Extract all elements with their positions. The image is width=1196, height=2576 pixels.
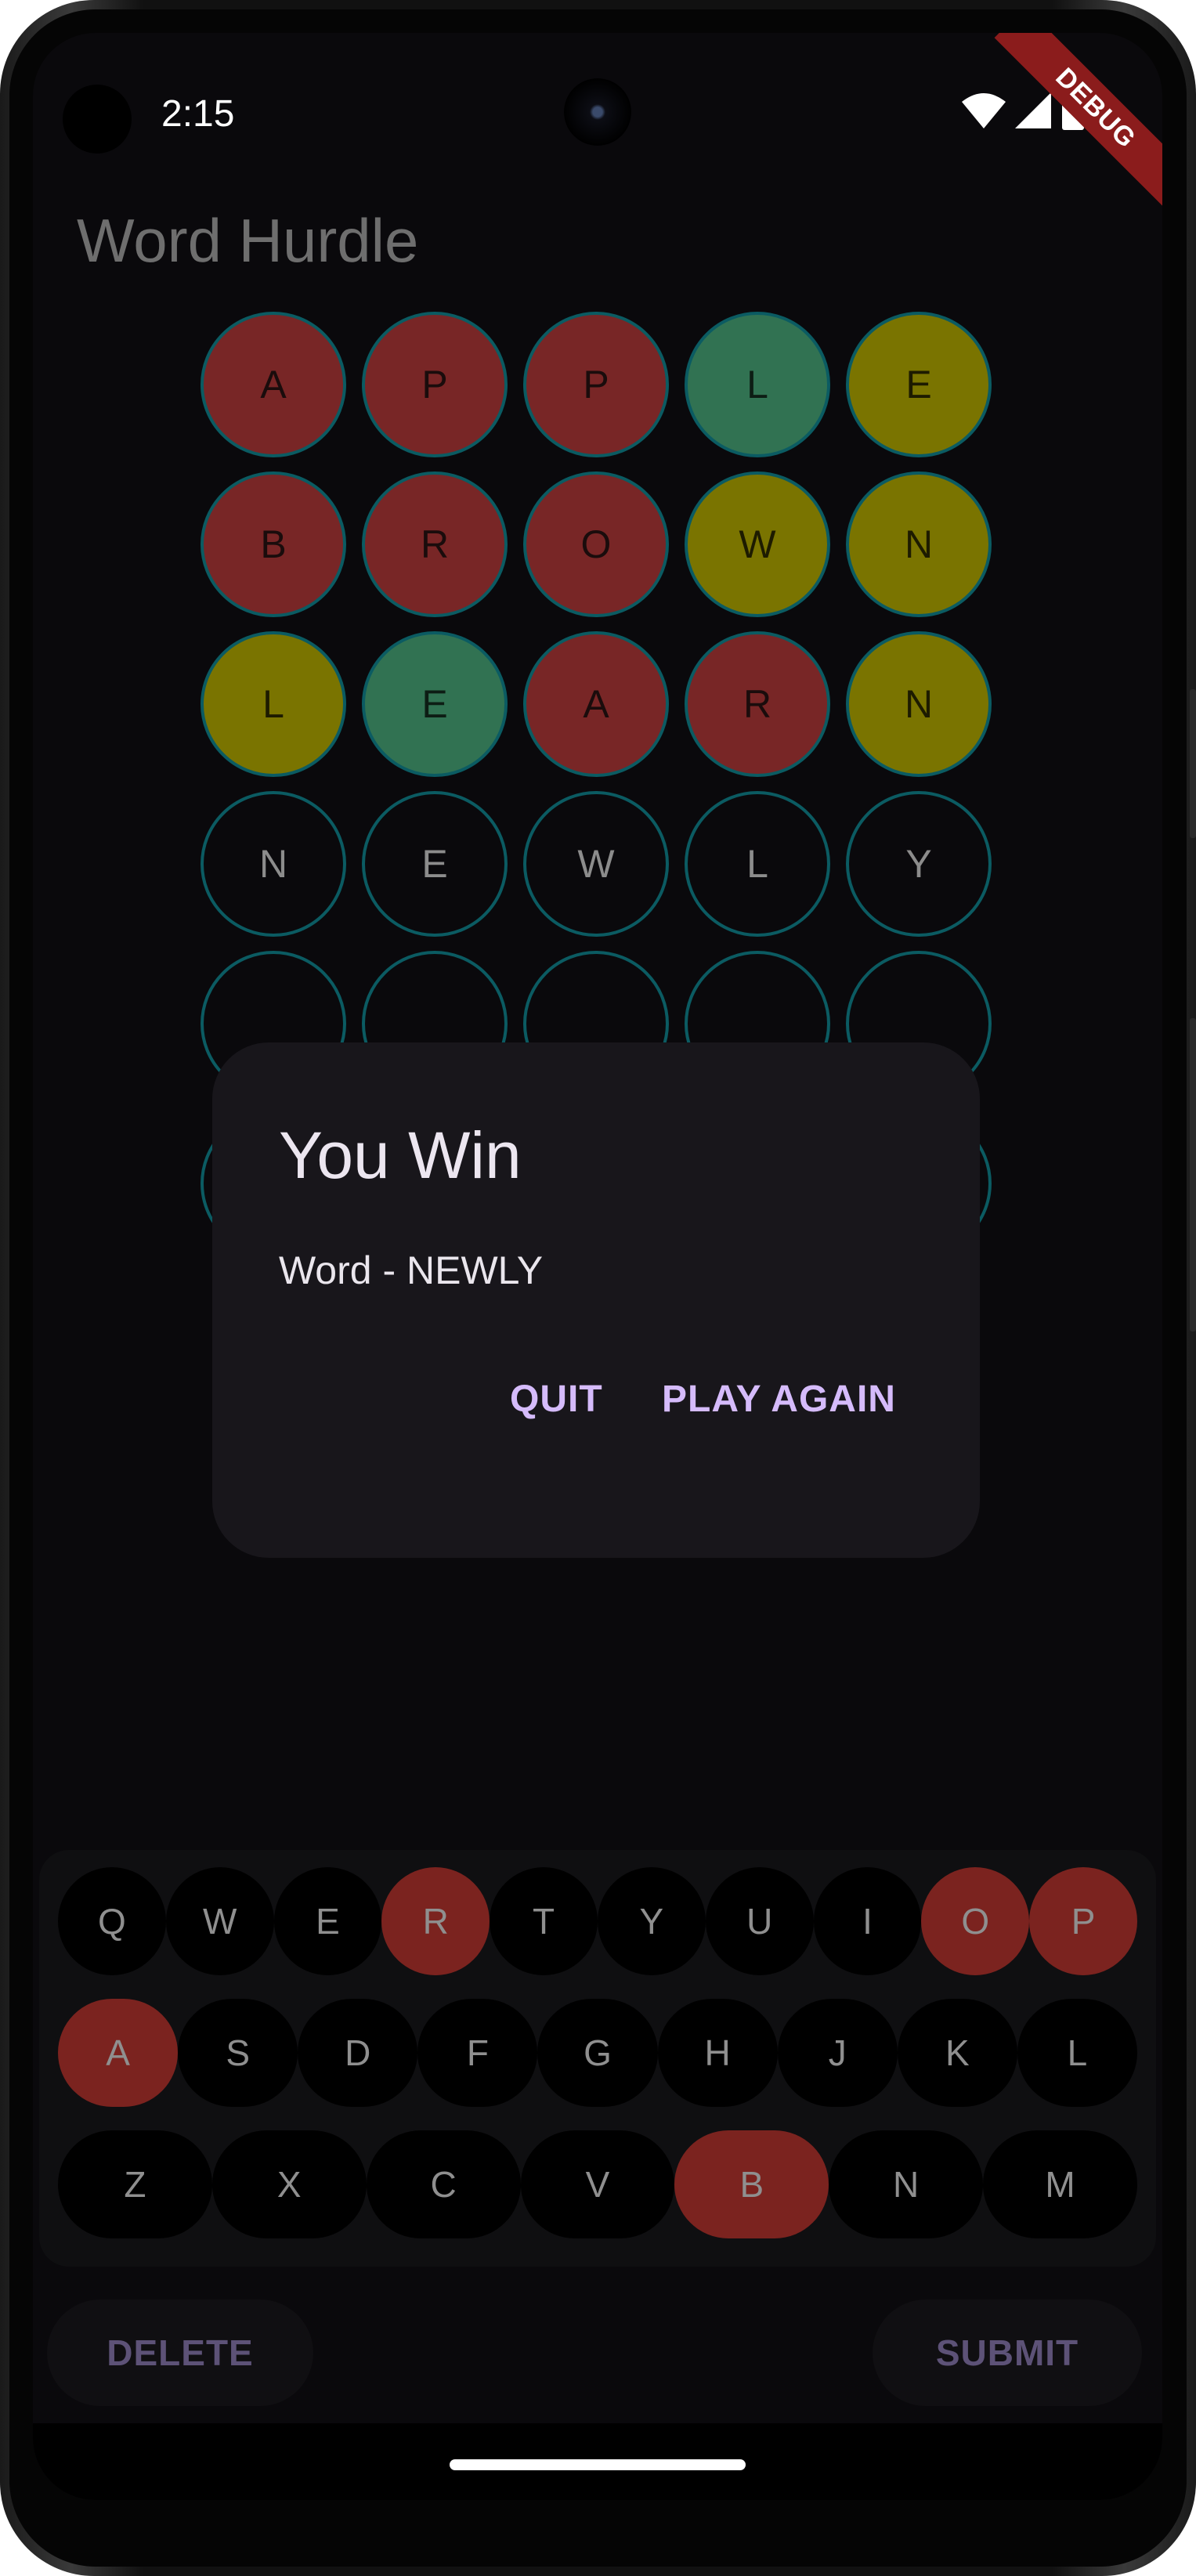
key-c[interactable]: C <box>366 2130 521 2238</box>
grid-row: LEARN <box>201 631 995 777</box>
letter-tile: P <box>523 312 669 457</box>
keyboard-row: ASDFGHJKL <box>58 1999 1137 2107</box>
key-u[interactable]: U <box>705 1867 814 1975</box>
key-j[interactable]: J <box>777 1999 898 2107</box>
status-time: 2:15 <box>161 93 235 135</box>
front-camera-icon <box>564 78 631 146</box>
letter-tile: R <box>685 631 830 777</box>
screen: 2:15 DEBUG Word Hurdle APPLEBROWNLEARNNE… <box>33 33 1162 2500</box>
submit-button[interactable]: SUBMIT <box>873 2300 1142 2406</box>
key-y[interactable]: Y <box>597 1867 706 1975</box>
key-e[interactable]: E <box>273 1867 382 1975</box>
key-l[interactable]: L <box>1017 1999 1137 2107</box>
keyboard-row: ZXCVBNM <box>58 2130 1137 2238</box>
key-f[interactable]: F <box>417 1999 538 2107</box>
letter-tile: P <box>362 312 508 457</box>
wifi-icon <box>962 93 1006 128</box>
volume-button <box>1190 1018 1196 1331</box>
key-x[interactable]: X <box>211 2130 367 2238</box>
letter-tile: L <box>685 791 830 937</box>
letter-tile: N <box>201 791 346 937</box>
delete-button[interactable]: DELETE <box>47 2300 313 2406</box>
letter-tile: L <box>201 631 346 777</box>
key-b[interactable]: B <box>674 2130 829 2238</box>
letter-tile: A <box>201 312 346 457</box>
key-g[interactable]: G <box>537 1999 658 2107</box>
key-t[interactable]: T <box>490 1867 598 1975</box>
grid-row: BROWN <box>201 471 995 617</box>
key-o[interactable]: O <box>921 1867 1030 1975</box>
letter-tile: O <box>523 471 669 617</box>
key-z[interactable]: Z <box>58 2130 212 2238</box>
key-v[interactable]: V <box>520 2130 675 2238</box>
letter-tile: Y <box>846 791 992 937</box>
letter-tile: W <box>523 791 669 937</box>
letter-tile: B <box>201 471 346 617</box>
key-i[interactable]: I <box>813 1867 922 1975</box>
key-h[interactable]: H <box>657 1999 778 2107</box>
letter-tile: N <box>846 631 992 777</box>
letter-tile: E <box>362 791 508 937</box>
key-q[interactable]: Q <box>58 1867 166 1975</box>
key-p[interactable]: P <box>1029 1867 1137 1975</box>
letter-tile: N <box>846 471 992 617</box>
dialog-message: Word - NEWLY <box>279 1248 544 1292</box>
home-indicator[interactable] <box>450 2459 746 2470</box>
keyboard-row: QWERTYUIOP <box>58 1867 1137 1975</box>
key-k[interactable]: K <box>897 1999 1017 2107</box>
key-d[interactable]: D <box>298 1999 418 2107</box>
letter-tile: L <box>685 312 830 457</box>
app-title: Word Hurdle <box>77 206 419 275</box>
win-dialog: You Win Word - NEWLY QUIT PLAY AGAIN <box>212 1042 980 1558</box>
key-a[interactable]: A <box>58 1999 179 2107</box>
key-r[interactable]: R <box>381 1867 490 1975</box>
letter-tile: R <box>362 471 508 617</box>
play-again-button[interactable]: PLAY AGAIN <box>662 1378 896 1421</box>
camera-dot-icon <box>63 85 132 154</box>
power-button <box>1190 689 1196 838</box>
cellular-signal-icon <box>1015 92 1051 128</box>
quit-button[interactable]: QUIT <box>510 1378 603 1421</box>
letter-tile: E <box>362 631 508 777</box>
grid-row: NEWLY <box>201 791 995 937</box>
letter-tile: A <box>523 631 669 777</box>
letter-tile: E <box>846 312 992 457</box>
phone-frame: 2:15 DEBUG Word Hurdle APPLEBROWNLEARNNE… <box>0 0 1196 2576</box>
on-screen-keyboard: QWERTYUIOP ASDFGHJKL ZXCVBNM <box>39 1850 1156 2267</box>
key-w[interactable]: W <box>165 1867 274 1975</box>
grid-row: APPLE <box>201 312 995 457</box>
key-m[interactable]: M <box>983 2130 1137 2238</box>
key-n[interactable]: N <box>829 2130 984 2238</box>
letter-tile: W <box>685 471 830 617</box>
key-s[interactable]: S <box>178 1999 298 2107</box>
dialog-title: You Win <box>279 1118 522 1192</box>
